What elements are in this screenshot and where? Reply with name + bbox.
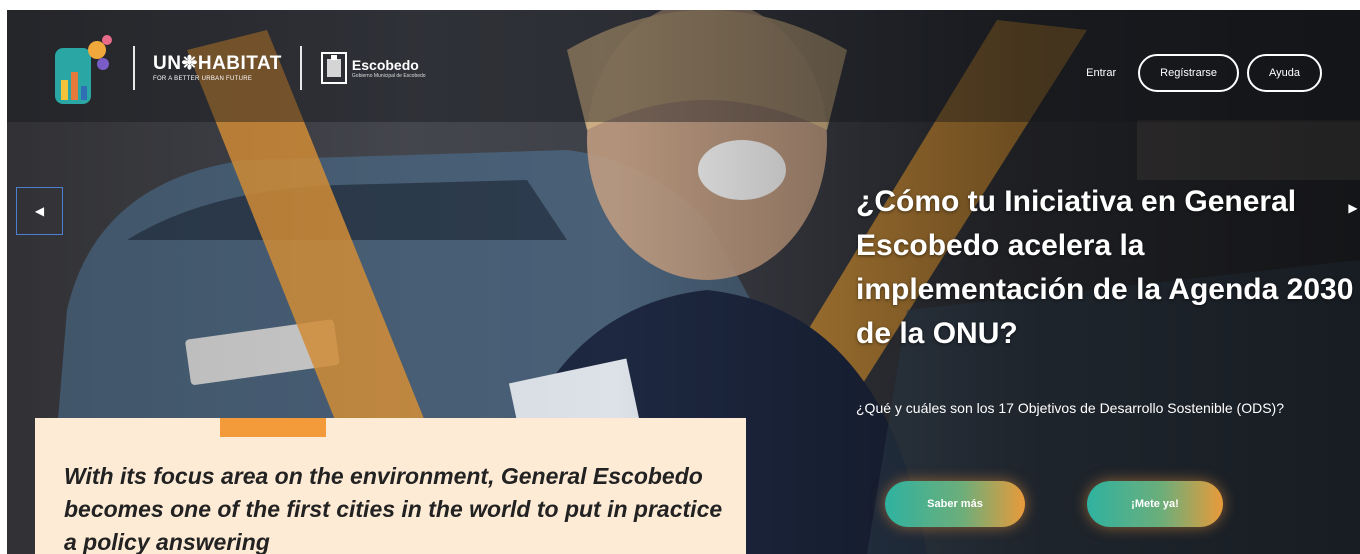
hero-subtext: ¿Qué y cuáles son los 17 Objetivos de De…: [856, 400, 1284, 416]
un-habitat-tagline: FOR A BETTER URBAN FUTURE: [153, 76, 253, 82]
learn-more-button[interactable]: Saber más: [885, 481, 1025, 527]
hero-headline: ¿Cómo tu Iniciativa en General Escobedo …: [856, 185, 1354, 350]
quote-card: With its focus area on the environment, …: [35, 418, 746, 554]
arrow-left-icon: ◀: [34, 204, 45, 218]
quote-accent-bar: [220, 418, 326, 437]
escobedo-text: Escobedo Gobierno Municipal de Escobedo: [351, 56, 426, 79]
page: UN❉HABITAT FOR A BETTER URBAN FUTURE Esc…: [0, 0, 1360, 554]
escobedo-emblem-icon: [320, 52, 347, 84]
carousel-prev-button[interactable]: ◀: [16, 187, 63, 235]
register-button[interactable]: Regístrarse: [1138, 54, 1239, 92]
login-link[interactable]: Entrar: [1086, 67, 1116, 79]
escobedo-title: Escobedo: [351, 56, 419, 73]
header-nav: Entrar Regístrarse Ayuda: [1086, 54, 1322, 92]
help-button[interactable]: Ayuda: [1247, 54, 1322, 92]
join-now-button[interactable]: ¡Mete ya!: [1087, 481, 1223, 527]
un-habitat-logo[interactable]: UN❉HABITAT FOR A BETTER URBAN FUTURE: [153, 53, 282, 83]
logo-separator: [299, 46, 302, 90]
un-habitat-title: UN❉HABITAT: [153, 53, 282, 74]
header-bar: UN❉HABITAT FOR A BETTER URBAN FUTURE Esc…: [7, 10, 1360, 122]
escobedo-logo[interactable]: Escobedo Gobierno Municipal de Escobedo: [320, 51, 426, 85]
brand-logos: UN❉HABITAT FOR A BETTER URBAN FUTURE Esc…: [51, 28, 426, 108]
escobedo-subtitle: Gobierno Municipal de Escobedo: [351, 72, 426, 79]
logo-separator: [133, 46, 135, 90]
quote-text: With its focus area on the environment, …: [64, 463, 723, 554]
platform-logo-icon[interactable]: [51, 28, 115, 108]
